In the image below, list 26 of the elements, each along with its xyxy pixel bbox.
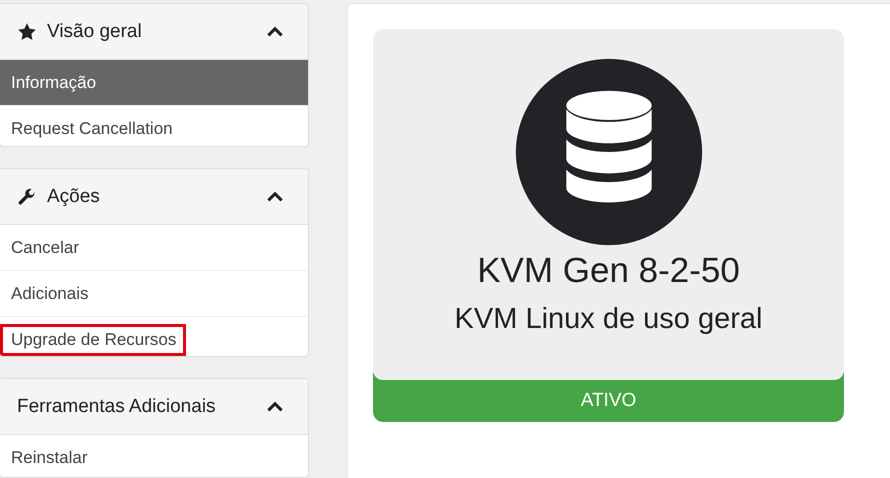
panel-header[interactable]: Visão geral bbox=[0, 4, 308, 60]
panel-title: Ações bbox=[47, 186, 101, 208]
item-label: Informação bbox=[11, 72, 96, 92]
panel-header[interactable]: Ferramentas Adicionais bbox=[0, 379, 308, 436]
item-label: Request Cancellation bbox=[11, 118, 173, 138]
sidebar-item[interactable]: Upgrade de Recursos bbox=[0, 316, 308, 356]
item-label: Adicionais bbox=[11, 284, 88, 304]
item-label: Cancelar bbox=[11, 238, 80, 258]
wrench-icon bbox=[17, 186, 37, 207]
star-icon bbox=[17, 22, 37, 42]
sidebar-item[interactable]: Adicionais bbox=[0, 270, 308, 316]
sidebar-item[interactable]: Request Cancellation bbox=[0, 105, 308, 146]
chevron-icon bbox=[266, 26, 284, 37]
item-label: Reinstalar bbox=[11, 448, 88, 468]
sidebar-item[interactable]: Reinstalar bbox=[0, 435, 308, 477]
chevron-icon bbox=[266, 191, 284, 202]
sidebar-item[interactable]: Informação bbox=[0, 60, 308, 105]
panel-header[interactable]: Ações bbox=[0, 169, 308, 226]
panel-title: Ferramentas Adicionais bbox=[17, 396, 217, 418]
product-group: KVM Linux de uso geral bbox=[454, 303, 762, 336]
product-name: KVM Gen 8-2-50 bbox=[477, 251, 740, 291]
highlighted-label: Upgrade de Recursos bbox=[2, 326, 184, 354]
panel-title: Visão geral bbox=[47, 20, 143, 42]
status-label: ATIVO bbox=[580, 390, 636, 412]
chevron-icon bbox=[266, 401, 284, 412]
sidebar-item[interactable]: Cancelar bbox=[0, 225, 308, 270]
